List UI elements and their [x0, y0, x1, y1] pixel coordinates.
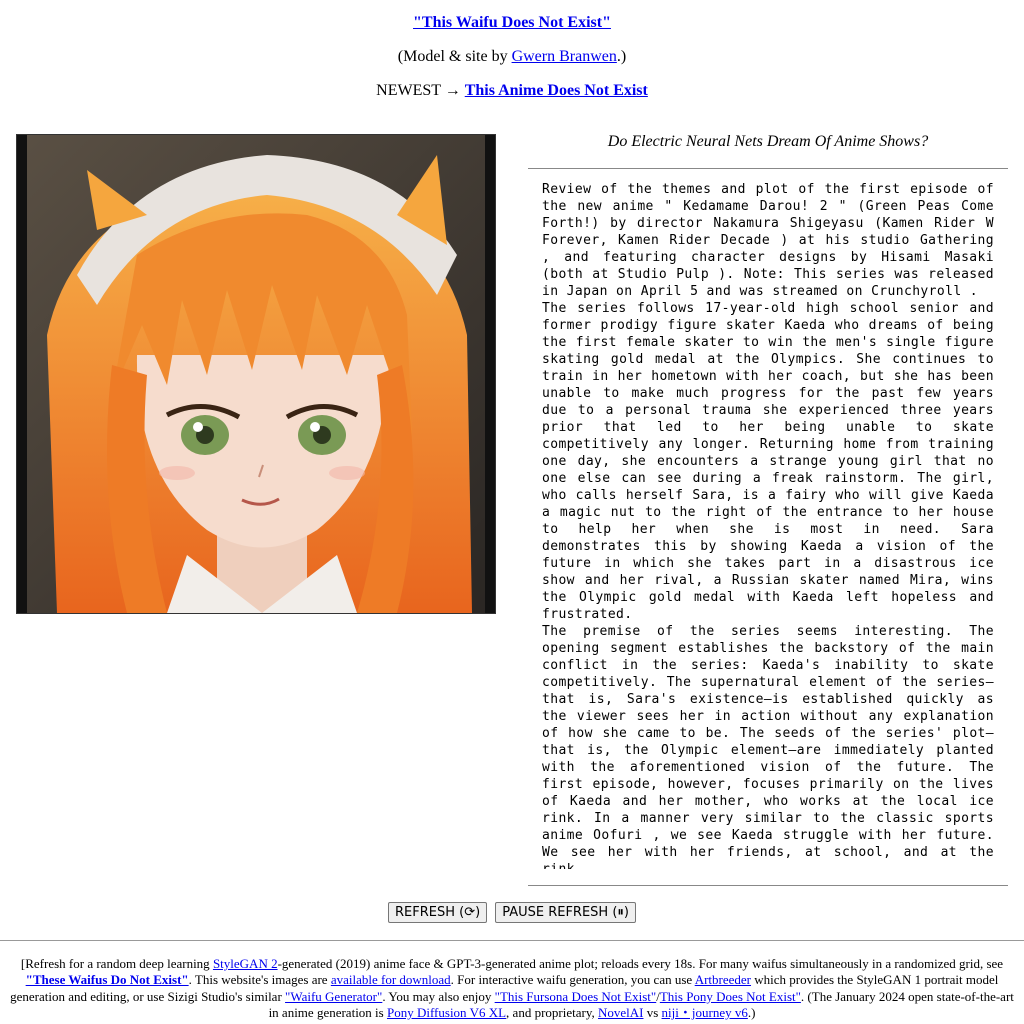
pause-refresh-button[interactable]: PAUSE REFRESH (⏸): [495, 902, 636, 923]
credit-prefix: (Model & site by: [397, 48, 512, 65]
site-title-link[interactable]: "This Waifu Does Not Exist": [413, 14, 611, 31]
plot-divider-top: [528, 168, 1008, 169]
footer-text: [Refresh for a random deep learning: [20, 956, 213, 971]
controls-bar: REFRESH (⟳) PAUSE REFRESH (⏸): [0, 902, 1024, 923]
refresh-button[interactable]: REFRESH (⟳): [388, 902, 488, 923]
site-title: "This Waifu Does Not Exist": [0, 14, 1024, 32]
author-link[interactable]: Gwern Branwen: [512, 48, 617, 65]
footer-divider: [0, 940, 1024, 941]
footer-notes: [Refresh for a random deep learning Styl…: [4, 956, 1020, 1022]
plot-paragraph-1: Review of the themes and plot of the fir…: [542, 182, 994, 299]
fursona-link[interactable]: "This Fursona Does Not Exist": [495, 989, 657, 1004]
waifu-generator-link[interactable]: "Waifu Generator": [285, 989, 382, 1004]
footer-text: . For interactive waifu generation, you …: [450, 972, 695, 988]
newest-link[interactable]: This Anime Does Not Exist: [465, 82, 648, 99]
plot-paragraph-3: The premise of the series seems interest…: [542, 624, 994, 869]
footer-text: .): [747, 1005, 756, 1021]
footer-text: -generated (2019) anime face & GPT-3-gen…: [277, 956, 1004, 971]
pony-diffusion-link[interactable]: Pony Diffusion V6 XL: [387, 1005, 506, 1020]
plot-heading: Do Electric Neural Nets Dream Of Anime S…: [607, 133, 929, 150]
download-link[interactable]: available for download: [331, 972, 451, 987]
stylegan-link[interactable]: StyleGAN 2: [213, 956, 278, 971]
newest-prefix: NEWEST →: [376, 82, 465, 99]
artbreeder-link[interactable]: Artbreeder: [695, 972, 751, 987]
pony-link[interactable]: This Pony Does Not Exist": [660, 989, 801, 1004]
credit-suffix: .): [616, 48, 627, 65]
plot-paragraph-2: The series follows 17-year-old high scho…: [542, 301, 994, 622]
waifu-portrait: [16, 134, 496, 614]
credit-line: (Model & site by Gwern Branwen.): [0, 48, 1024, 66]
footer-text: . You may also enjoy: [382, 988, 495, 1004]
novelai-link[interactable]: NovelAI: [598, 1005, 644, 1020]
footer-text: . This website's images are: [188, 972, 331, 988]
plot-text-box[interactable]: Review of the themes and plot of the fir…: [542, 181, 994, 869]
footer-text: , and proprietary,: [506, 1005, 598, 1021]
newest-line: NEWEST → This Anime Does Not Exist: [0, 82, 1024, 100]
these-waifus-link[interactable]: "These Waifus Do Not Exist": [26, 972, 189, 987]
plot-divider-bottom: [528, 885, 1008, 886]
anime-portrait-image: [17, 135, 495, 613]
nijijourney-link[interactable]: niji・journey v6: [662, 1005, 748, 1020]
footer-text: vs: [643, 1005, 662, 1021]
